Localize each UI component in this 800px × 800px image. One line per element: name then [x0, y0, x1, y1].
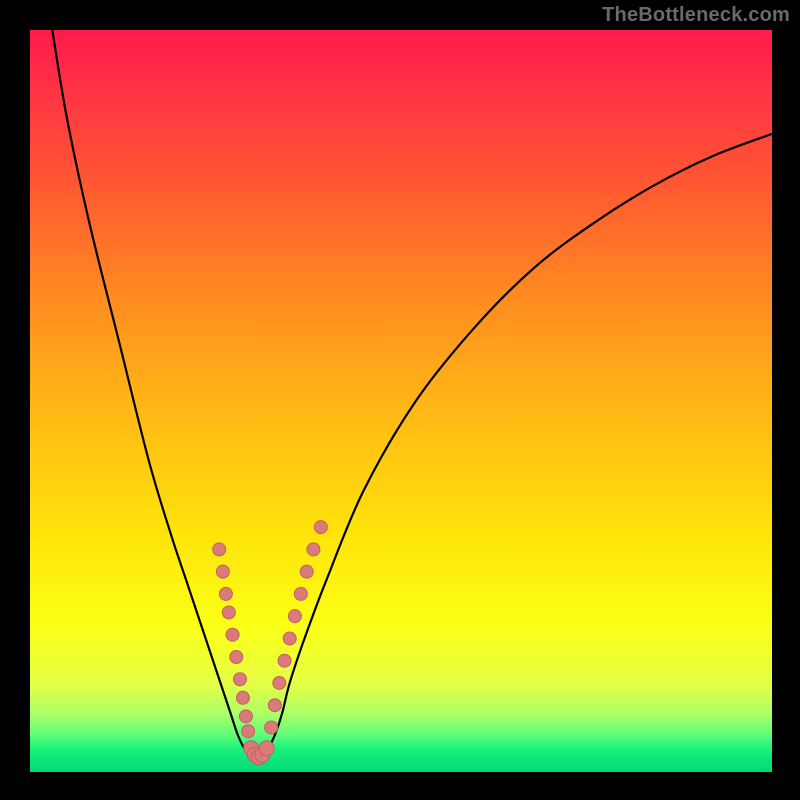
chart-frame: TheBottleneck.com	[0, 0, 800, 800]
highlight-dot	[230, 650, 243, 663]
highlight-dot	[259, 741, 274, 756]
plot-area	[30, 30, 772, 772]
highlight-dot	[236, 691, 249, 704]
highlight-dot	[226, 628, 239, 641]
watermark-text: TheBottleneck.com	[602, 4, 790, 27]
highlight-dot	[265, 721, 278, 734]
highlight-dot	[314, 521, 327, 534]
highlight-dot	[239, 710, 252, 723]
highlight-dot	[216, 565, 229, 578]
highlight-dot	[273, 676, 286, 689]
bottleneck-curve	[52, 30, 772, 761]
highlight-dot	[219, 587, 232, 600]
highlight-dot	[222, 606, 235, 619]
highlight-dot	[283, 632, 296, 645]
highlight-dot	[294, 587, 307, 600]
curve-layer	[30, 30, 772, 772]
highlight-dot	[300, 565, 313, 578]
highlight-dot	[278, 654, 291, 667]
highlight-dot	[307, 543, 320, 556]
highlight-dot	[242, 725, 255, 738]
highlight-dot	[268, 699, 281, 712]
highlight-dot	[288, 610, 301, 623]
highlight-dot	[213, 543, 226, 556]
highlight-dot	[233, 673, 246, 686]
